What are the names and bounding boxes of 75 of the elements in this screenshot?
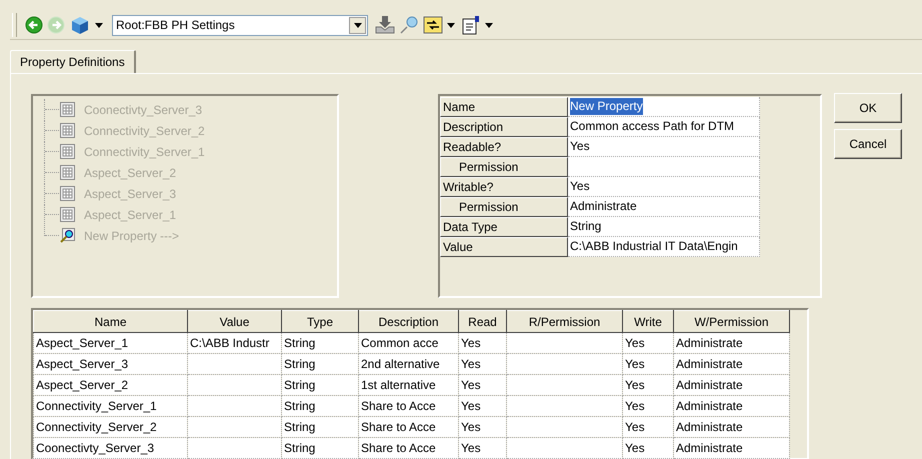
table-cell: Aspect_Server_3 <box>34 354 188 374</box>
object-button[interactable] <box>69 15 91 35</box>
back-button[interactable] <box>25 16 43 34</box>
property-label: Readable? <box>440 137 568 157</box>
address-combo[interactable]: Root:FBB PH Settings <box>112 14 368 36</box>
table-cell: Yes <box>622 396 674 416</box>
table-cell: String <box>282 354 358 374</box>
table-cell: Administrate <box>674 354 790 374</box>
caret-icon[interactable] <box>485 22 493 28</box>
table-cell: Yes <box>622 416 674 438</box>
table-cell: Yes <box>458 332 506 354</box>
caret-icon[interactable] <box>447 22 455 28</box>
table-cell: Yes <box>622 374 674 396</box>
table-cell: String <box>282 396 358 416</box>
table-cell: Share to Acce <box>358 416 458 438</box>
column-header[interactable]: W/Permission <box>674 310 790 332</box>
table-cell: String <box>282 332 358 354</box>
column-header[interactable]: Type <box>282 310 358 332</box>
swap-arrows-icon[interactable] <box>423 16 443 34</box>
table-cell: Administrate <box>674 396 790 416</box>
column-header[interactable]: R/Permission <box>506 310 622 332</box>
clipboard-icon[interactable] <box>461 15 481 35</box>
table-cell: Yes <box>622 332 674 354</box>
column-header[interactable]: Name <box>34 310 188 332</box>
table-cell: Common acce <box>358 332 458 354</box>
table-cell: Administrate <box>674 332 790 354</box>
property-label: Description <box>440 117 568 137</box>
column-header[interactable]: Write <box>622 310 674 332</box>
property-label: Value <box>440 237 568 257</box>
table-cell: Yes <box>622 354 674 374</box>
table-cell: String <box>282 416 358 438</box>
table-cell: Yes <box>458 354 506 374</box>
dropdown-button[interactable] <box>349 16 366 34</box>
property-value[interactable]: Yes <box>568 137 760 157</box>
table-cell: Administrate <box>674 374 790 396</box>
table-cell: Connectivity_Server_1 <box>34 396 188 416</box>
property-value[interactable]: Common access Path for DTM <box>568 117 760 137</box>
property-label: Permission <box>440 157 568 177</box>
property-value[interactable]: Yes <box>568 177 760 197</box>
table-cell: 2nd alternative <box>358 354 458 374</box>
magnifier-icon <box>60 228 75 243</box>
table-cell: Share to Acce <box>358 396 458 416</box>
table-cell: 1st alternative <box>358 374 458 396</box>
table-cell: Yes <box>622 438 674 458</box>
caret-icon[interactable] <box>354 22 362 28</box>
table-cell: Aspect_Server_2 <box>34 374 188 396</box>
table-cell: Aspect_Server_1 <box>34 332 188 354</box>
table-cell: Yes <box>458 416 506 438</box>
table-cell: String <box>282 438 358 458</box>
property-label: Permission <box>440 197 568 217</box>
ok-button[interactable]: OK <box>834 93 902 123</box>
table-cell: Administrate <box>674 416 790 438</box>
table-cell: Coonectivty_Server_3 <box>34 438 188 458</box>
property-value[interactable]: String <box>568 217 760 237</box>
property-value[interactable]: C:\ABB Industrial IT Data\Engin <box>568 237 760 257</box>
property-value[interactable]: Administrate <box>568 197 760 217</box>
table-cell: C:\ABB Industr <box>188 332 282 354</box>
table-cell: Yes <box>458 438 506 458</box>
caret-icon[interactable] <box>95 22 103 28</box>
property-label: Data Type <box>440 217 568 237</box>
property-label: Name <box>440 97 568 117</box>
table-cell: Yes <box>458 374 506 396</box>
property-label: Writable? <box>440 177 568 197</box>
table-cell: Share to Acce <box>358 438 458 458</box>
column-header[interactable]: Value <box>188 310 282 332</box>
column-header[interactable]: Description <box>358 310 458 332</box>
column-header[interactable]: Read <box>458 310 506 332</box>
table-cell: Connectivity_Server_2 <box>34 416 188 438</box>
table-cell: Administrate <box>674 438 790 458</box>
cancel-button[interactable]: Cancel <box>834 129 902 159</box>
table-cell: String <box>282 374 358 396</box>
download-tray-icon[interactable] <box>375 15 395 35</box>
tab[interactable]: Property Definitions <box>10 50 136 73</box>
property-value[interactable]: New Property <box>568 97 760 117</box>
table-cell: Yes <box>458 396 506 416</box>
